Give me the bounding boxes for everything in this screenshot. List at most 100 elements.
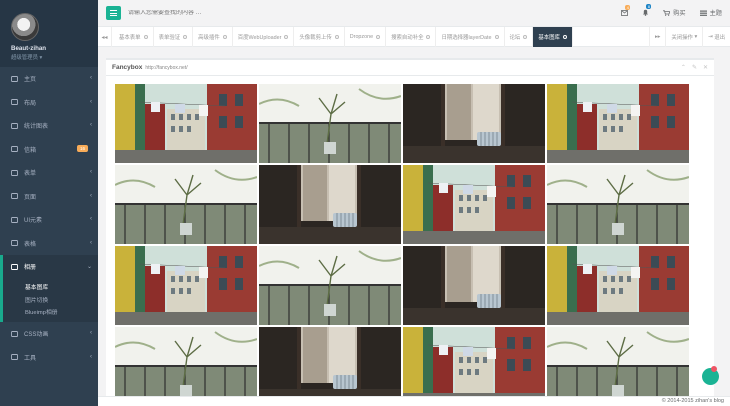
bars-icon xyxy=(110,10,117,12)
sidebar-item-picture[interactable]: 相册 ⌄ xyxy=(0,255,98,279)
sidebar-subitem[interactable]: Blueimp相册 xyxy=(3,306,98,319)
tab[interactable]: 基本表单 xyxy=(114,27,154,47)
gallery-thumbnail[interactable] xyxy=(115,246,257,325)
bell-icon xyxy=(643,9,649,16)
tab[interactable]: 高级插件 xyxy=(193,27,233,47)
menu-toggle-button[interactable] xyxy=(106,6,121,20)
sidebar-item-desktop[interactable]: 页面 ‹ xyxy=(0,185,98,209)
chevron-left-icon: ‹ xyxy=(90,98,92,105)
gallery-thumbnail[interactable] xyxy=(547,327,689,396)
alerts-button[interactable]: 8 xyxy=(642,4,652,16)
sidebar-subitem[interactable]: 图片切换 xyxy=(3,293,98,306)
edit-icon xyxy=(11,169,18,176)
gallery-thumbnail[interactable] xyxy=(115,165,257,244)
tab-label: 基本图库 xyxy=(538,35,560,41)
sidebar-item-chart[interactable]: 统计图表 ‹ xyxy=(0,114,98,138)
close-tab-icon[interactable] xyxy=(376,35,381,39)
tabs-right: ▸▸ 关闭操作 ▾ ⇥ 退出 xyxy=(648,27,730,47)
content-area: Fancybox http://fancybox.net/ ⌃ ✎ ✕ xyxy=(98,47,730,396)
panel-tools: ⌃ ✎ ✕ xyxy=(681,64,708,71)
sidebar-subitem[interactable]: 基本图库 xyxy=(3,281,98,294)
chevron-left-icon: ‹ xyxy=(90,216,92,222)
sidebar-item-cutlery[interactable]: 工具 ‹ xyxy=(0,346,98,370)
gallery-thumbnail[interactable] xyxy=(403,165,545,244)
tab[interactable]: 头像裁剪上传 xyxy=(294,27,345,47)
close-operations-dropdown[interactable]: 关闭操作 ▾ xyxy=(665,27,702,47)
sidebar-item-label: 相册 xyxy=(24,265,37,272)
close-operations-label: 关闭操作 xyxy=(671,35,693,41)
table-icon xyxy=(11,240,18,247)
close-tab-icon[interactable] xyxy=(562,35,567,39)
panel-title: Fancybox http://fancybox.net/ xyxy=(106,60,714,76)
gallery-thumbnail[interactable] xyxy=(259,327,401,396)
backward-icon: ◂◂ xyxy=(101,34,108,41)
chevron-left-icon: ‹ xyxy=(90,330,92,336)
alerts-badge: 8 xyxy=(646,4,652,9)
tabs-scroll-right-button[interactable]: ▸▸ xyxy=(648,27,665,47)
gallery-thumbnail[interactable] xyxy=(259,165,401,244)
close-tab-icon[interactable] xyxy=(183,35,188,39)
gallery-thumbnail[interactable] xyxy=(259,84,401,163)
sidebar-item-home[interactable]: 主页 ‹ xyxy=(0,67,98,91)
close-icon[interactable]: ✕ xyxy=(703,64,708,71)
envelope-icon xyxy=(621,9,629,16)
chevron-left-icon: ‹ xyxy=(90,169,92,175)
close-tab-icon[interactable] xyxy=(284,35,289,39)
search-input[interactable] xyxy=(128,10,328,16)
tab-label: 头像裁剪上传 xyxy=(299,35,332,41)
topbar: 4 8 购买 主题 xyxy=(98,0,730,27)
tab-label: 表单验证 xyxy=(158,35,181,41)
buy-button[interactable]: 购买 xyxy=(663,8,686,17)
gallery-thumbnail[interactable] xyxy=(259,246,401,325)
tab[interactable]: 基本图库 xyxy=(533,27,573,47)
gallery-thumbnail[interactable] xyxy=(115,84,257,163)
gallery-thumbnail[interactable] xyxy=(115,327,257,396)
logout-button[interactable]: ⇥ 退出 xyxy=(702,27,730,47)
gallery-thumbnail[interactable] xyxy=(403,84,545,163)
tab[interactable]: 百度WebUploader xyxy=(233,27,295,47)
picture-icon xyxy=(11,263,18,270)
close-tab-icon[interactable] xyxy=(222,35,227,39)
sidebar-item-magic[interactable]: CSS动画 ‹ xyxy=(0,322,98,346)
chevron-left-icon: ‹ xyxy=(90,75,92,81)
sidebar-item-table[interactable]: 表格 ‹ xyxy=(0,232,98,256)
caret-down-icon: ▾ xyxy=(694,34,698,40)
close-tab-icon[interactable] xyxy=(426,35,431,39)
tab[interactable]: 表单验证 xyxy=(154,27,194,47)
sidebar-item-flask[interactable]: UI元素 ‹ xyxy=(0,208,98,232)
gallery-thumbnail[interactable] xyxy=(547,165,689,244)
gallery-thumbnail[interactable] xyxy=(547,246,689,325)
sidebar-item-label: UI元素 xyxy=(24,218,43,225)
gallery-thumbnail[interactable] xyxy=(547,84,689,163)
forward-icon: ▸▸ xyxy=(654,34,661,40)
theme-button[interactable]: 主题 xyxy=(699,8,722,17)
tab[interactable]: 日期选择器layerDate xyxy=(436,27,505,47)
sidebar-nav: 主页 ‹ 布局 ‹ 统计图表 ‹ 信箱 16 表单 ‹ 页面 ‹ UI元素 ‹ 表格 ‹ 相册 ⌄ 基本图库 图片切换… xyxy=(0,67,98,369)
close-tab-icon[interactable] xyxy=(494,35,499,39)
messages-button[interactable]: 4 xyxy=(621,4,631,16)
tabs-scroll-left-button[interactable]: ◂◂ xyxy=(98,27,112,47)
gallery-thumbnail[interactable] xyxy=(403,327,545,396)
sidebar: Beaut-zihan 超级管理员 ▾ 主页 ‹ 布局 ‹ 统计图表 ‹ 信箱 16 表单 ‹ 页面… xyxy=(0,0,98,406)
gallery-thumbnail[interactable] xyxy=(403,246,545,325)
sidebar-item-columns[interactable]: 布局 ‹ xyxy=(0,91,98,115)
close-tab-icon[interactable] xyxy=(143,35,148,39)
cutlery-icon xyxy=(11,354,18,361)
avatar[interactable] xyxy=(11,13,39,41)
tab[interactable]: Dropzone xyxy=(345,27,387,47)
tab[interactable]: 论坛 xyxy=(505,27,534,47)
sidebar-item-edit[interactable]: 表单 ‹ xyxy=(0,161,98,185)
sidebar-item-label: 表格 xyxy=(24,241,37,248)
profile-role-dropdown[interactable]: 超级管理员 ▾ xyxy=(11,53,98,61)
sidebar-item-label: 主页 xyxy=(24,77,37,84)
theme-label: 主题 xyxy=(709,10,722,17)
wrench-icon[interactable]: ✎ xyxy=(692,64,697,71)
tab-label: 基本表单 xyxy=(119,35,141,41)
collapse-icon[interactable]: ⌃ xyxy=(681,64,686,71)
footer-text: © 2014-2015 zihan's blog xyxy=(661,398,724,404)
tab[interactable]: 搜索自动补全 xyxy=(386,27,437,47)
close-tab-icon[interactable] xyxy=(334,35,339,39)
close-tab-icon[interactable] xyxy=(523,35,528,39)
sidebar-item-envelope[interactable]: 信箱 16 xyxy=(0,138,98,162)
tab-label: 高级插件 xyxy=(198,35,220,41)
